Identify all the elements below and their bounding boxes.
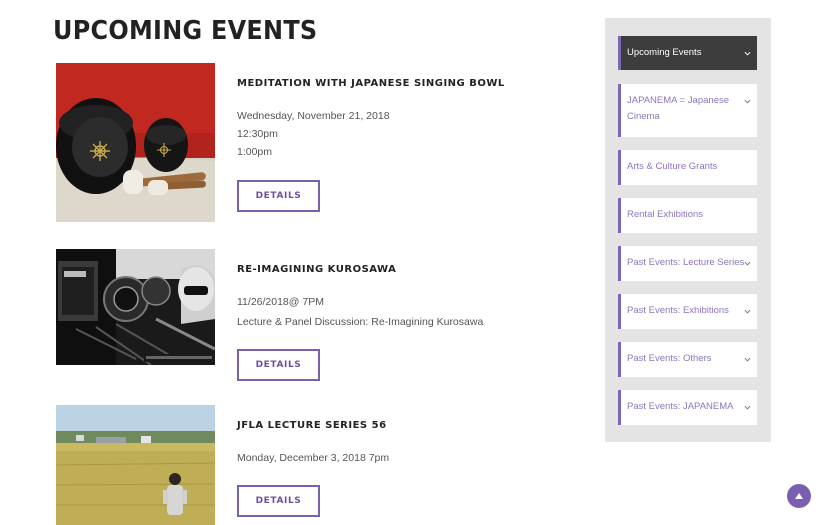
event-date: Wednesday, November 21, 2018 (237, 110, 390, 122)
event-title[interactable]: MEDITATION WITH JAPANESE SINGING BOWL (237, 78, 505, 89)
details-button[interactable]: DETAILS (237, 485, 320, 517)
sidebar-item-past-lecture-series[interactable]: Past Events: Lecture Series (618, 246, 757, 281)
chevron-down-icon[interactable] (744, 260, 751, 267)
sidebar-item-label: Arts & Culture Grants (627, 161, 718, 172)
chevron-down-icon[interactable] (744, 98, 751, 105)
event-item: RE-IMAGINING KUROSAWA 11/26/2018@ 7PM Le… (56, 249, 576, 381)
event-description: Lecture & Panel Discussion: Re-Imagining… (237, 316, 484, 328)
sidebar-item-rental-exhibitions[interactable]: Rental Exhibitions (618, 198, 757, 233)
event-time: 1:00pm (237, 146, 273, 158)
page-title: UPCOMING EVENTS (53, 16, 318, 46)
sidebar-item-label: Past Events: Others (627, 353, 712, 364)
sidebar-item-past-japanema[interactable]: Past Events: JAPANEMA (618, 390, 757, 425)
details-button[interactable]: DETAILS (237, 349, 320, 381)
event-image[interactable] (56, 405, 215, 525)
sidebar-item-label: Past Events: JAPANEMA (627, 401, 734, 412)
arrow-up-icon (795, 493, 803, 499)
chevron-down-icon[interactable] (744, 404, 751, 411)
event-title[interactable]: JFLA LECTURE SERIES 56 (237, 420, 387, 431)
chevron-down-icon[interactable] (744, 356, 751, 363)
chevron-down-icon[interactable] (744, 50, 751, 57)
scroll-to-top-button[interactable] (787, 484, 811, 508)
sidebar-item-upcoming-events[interactable]: Upcoming Events (618, 36, 757, 70)
event-item: MEDITATION WITH JAPANESE SINGING BOWL We… (56, 63, 576, 223)
event-image[interactable] (56, 249, 215, 365)
sidebar-item-arts-culture-grants[interactable]: Arts & Culture Grants (618, 150, 757, 185)
sidebar-item-past-others[interactable]: Past Events: Others (618, 342, 757, 377)
sidebar-item-past-exhibitions[interactable]: Past Events: Exhibitions (618, 294, 757, 329)
sidebar-item-label: Rental Exhibitions (627, 209, 704, 220)
sidebar: Upcoming Events JAPANEMA = Japanese Cine… (605, 18, 771, 442)
sidebar-item-label: Upcoming Events (627, 47, 702, 58)
details-button[interactable]: DETAILS (237, 180, 320, 212)
event-image[interactable] (56, 63, 215, 222)
event-time: 12:30pm (237, 128, 278, 140)
event-date: 11/26/2018@ 7PM (237, 296, 324, 308)
event-item: JFLA LECTURE SERIES 56 Monday, December … (56, 405, 576, 525)
sidebar-item-label: Past Events: Lecture Series (627, 257, 745, 268)
sidebar-item-label: Past Events: Exhibitions (627, 305, 729, 316)
chevron-down-icon[interactable] (744, 308, 751, 315)
event-date: Monday, December 3, 2018 7pm (237, 452, 390, 464)
sidebar-item-label: JAPANEMA = Japanese Cinema (627, 95, 730, 122)
sidebar-item-japanema[interactable]: JAPANEMA = Japanese Cinema (618, 84, 757, 137)
event-title[interactable]: RE-IMAGINING KUROSAWA (237, 264, 396, 275)
